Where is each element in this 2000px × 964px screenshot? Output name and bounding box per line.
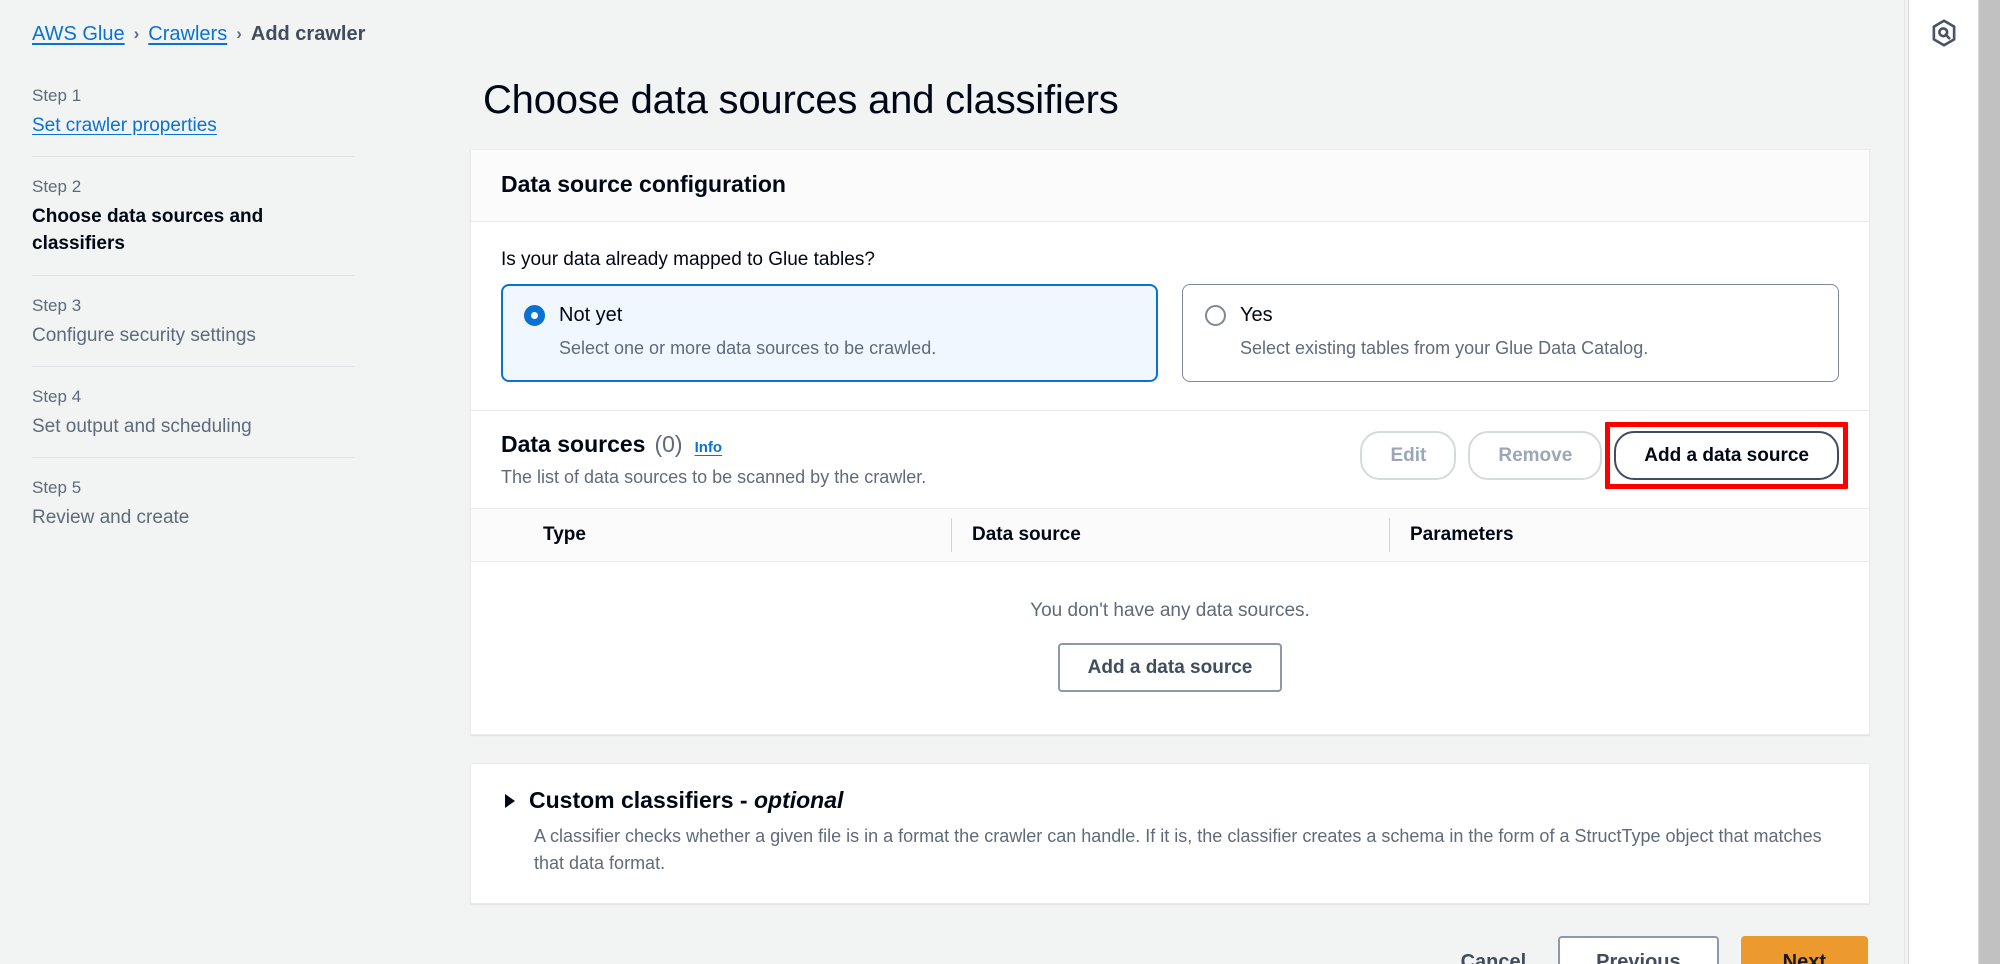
custom-classifiers-card: Custom classifiers - optional A classifi… xyxy=(470,762,1870,904)
radio-option-yes-description: Select existing tables from your Glue Da… xyxy=(1240,338,1649,359)
aws-console-page: AWS Glue › Crawlers › Add crawler Step 1… xyxy=(0,0,2000,964)
radio-option-yes[interactable]: Yes Select existing tables from your Glu… xyxy=(1182,284,1839,382)
sidebar-step-2-eyebrow: Step 2 xyxy=(32,177,82,197)
sidebar-step-4: Step 4 Set output and scheduling xyxy=(32,366,354,457)
data-sources-info-link[interactable]: Info xyxy=(695,439,723,456)
empty-state-message: You don't have any data sources. xyxy=(1030,599,1310,621)
glue-tables-mapped-radio-group: Is your data already mapped to Glue tabl… xyxy=(471,222,1869,410)
breadcrumb-item-aws-glue[interactable]: AWS Glue xyxy=(32,20,125,48)
card-header: Data source configuration xyxy=(471,150,1869,222)
cancel-button[interactable]: Cancel xyxy=(1451,938,1537,964)
page-content-area: AWS Glue › Crawlers › Add crawler Step 1… xyxy=(0,0,1908,964)
custom-classifiers-description: A classifier checks whether a given file… xyxy=(534,825,1822,873)
wizard-step-navigation: Step 1 Set crawler properties Step 2 Cho… xyxy=(32,78,354,548)
sidebar-step-2: Step 2 Choose data sources and classifie… xyxy=(32,156,354,275)
data-source-configuration-card: Data source configuration Is your data a… xyxy=(470,149,1870,735)
radio-option-yes-label: Yes xyxy=(1240,304,1273,327)
custom-classifiers-title-main: Custom classifiers - xyxy=(529,786,754,813)
breadcrumb-separator-icon: › xyxy=(236,23,242,43)
wizard-footer-actions: Cancel Previous Next xyxy=(470,935,1870,964)
chevron-right-icon xyxy=(505,793,515,808)
add-a-data-source-button[interactable]: Add a data source xyxy=(1614,430,1839,480)
sidebar-step-3-eyebrow: Step 3 xyxy=(32,295,82,315)
sidebar-step-1: Step 1 Set crawler properties xyxy=(32,78,354,156)
data-sources-title: Data sources xyxy=(501,430,646,457)
radio-option-yes-head: Yes xyxy=(1205,302,1816,328)
radio-option-not-yet[interactable]: Not yet Select one or more data sources … xyxy=(501,284,1158,382)
main-content: Choose data sources and classifiers Data… xyxy=(470,0,1870,964)
remove-button[interactable]: Remove xyxy=(1468,430,1603,480)
next-button[interactable]: Next xyxy=(1740,935,1868,964)
page-scrollbar-track[interactable] xyxy=(1978,0,2000,964)
data-sources-heading-block: Data sources (0) Info The list of data s… xyxy=(501,431,926,490)
breadcrumb-separator-icon: › xyxy=(133,23,140,43)
column-header-parameters[interactable]: Parameters xyxy=(1389,517,1869,552)
data-sources-column-headers: Type Data source Parameters xyxy=(471,507,1869,562)
custom-classifiers-title-optional: optional xyxy=(753,786,844,813)
add-data-source-annotation-wrapper: Add a data source xyxy=(1605,421,1848,489)
column-header-data-source[interactable]: Data source xyxy=(951,517,1389,552)
previous-button[interactable]: Previous xyxy=(1558,935,1719,964)
radio-unselected-icon xyxy=(1205,304,1226,326)
sidebar-step-1-title[interactable]: Set crawler properties xyxy=(32,112,354,140)
content-right-edge-divider xyxy=(1904,0,1905,964)
data-sources-table-header: Data sources (0) Info The list of data s… xyxy=(471,411,1869,508)
data-sources-subtext: The list of data sources to be scanned b… xyxy=(501,466,927,487)
breadcrumb-item-add-crawler: Add crawler xyxy=(250,23,366,45)
radio-option-not-yet-description: Select one or more data sources to be cr… xyxy=(559,338,937,359)
breadcrumb: AWS Glue › Crawlers › Add crawler xyxy=(32,20,365,48)
edit-button[interactable]: Edit xyxy=(1360,430,1457,480)
data-sources-heading: Data sources (0) Info xyxy=(501,431,926,458)
empty-state-add-a-data-source-button[interactable]: Add a data source xyxy=(1057,642,1283,692)
right-side-rail xyxy=(1908,0,1978,964)
data-sources-actions: Edit Remove Add a data source xyxy=(1360,421,1848,489)
data-sources-empty-state: You don't have any data sources. Add a d… xyxy=(471,562,1869,734)
sidebar-step-3-title: Configure security settings xyxy=(32,324,256,346)
aws-q-assistant-icon[interactable] xyxy=(1927,16,1961,50)
glue-tables-mapped-question: Is your data already mapped to Glue tabl… xyxy=(501,248,875,270)
sidebar-step-5: Step 5 Review and create xyxy=(32,457,354,548)
card-header-title: Data source configuration xyxy=(501,171,786,197)
breadcrumb-item-crawlers[interactable]: Crawlers xyxy=(148,20,227,48)
custom-classifiers-title: Custom classifiers - optional xyxy=(529,786,843,816)
column-header-type[interactable]: Type xyxy=(523,518,951,552)
page-title: Choose data sources and classifiers xyxy=(483,78,1119,122)
sidebar-step-4-eyebrow: Step 4 xyxy=(32,387,82,407)
sidebar-step-5-title: Review and create xyxy=(32,506,190,528)
sidebar-step-4-title: Set output and scheduling xyxy=(32,415,252,437)
data-sources-count: (0) xyxy=(654,430,683,457)
radio-option-not-yet-head: Not yet xyxy=(524,302,1135,328)
custom-classifiers-expand-toggle[interactable]: Custom classifiers - optional xyxy=(505,786,1839,816)
radio-selected-icon xyxy=(524,304,545,326)
sidebar-step-3: Step 3 Configure security settings xyxy=(32,274,354,366)
page-scrollbar-thumb[interactable] xyxy=(1979,0,2000,964)
sidebar-step-5-eyebrow: Step 5 xyxy=(32,478,82,498)
sidebar-step-1-eyebrow: Step 1 xyxy=(32,86,82,105)
radio-option-not-yet-label: Not yet xyxy=(559,304,623,327)
radio-options-row: Not yet Select one or more data sources … xyxy=(501,284,1839,382)
sidebar-step-2-title: Choose data sources and classifiers xyxy=(32,205,264,255)
